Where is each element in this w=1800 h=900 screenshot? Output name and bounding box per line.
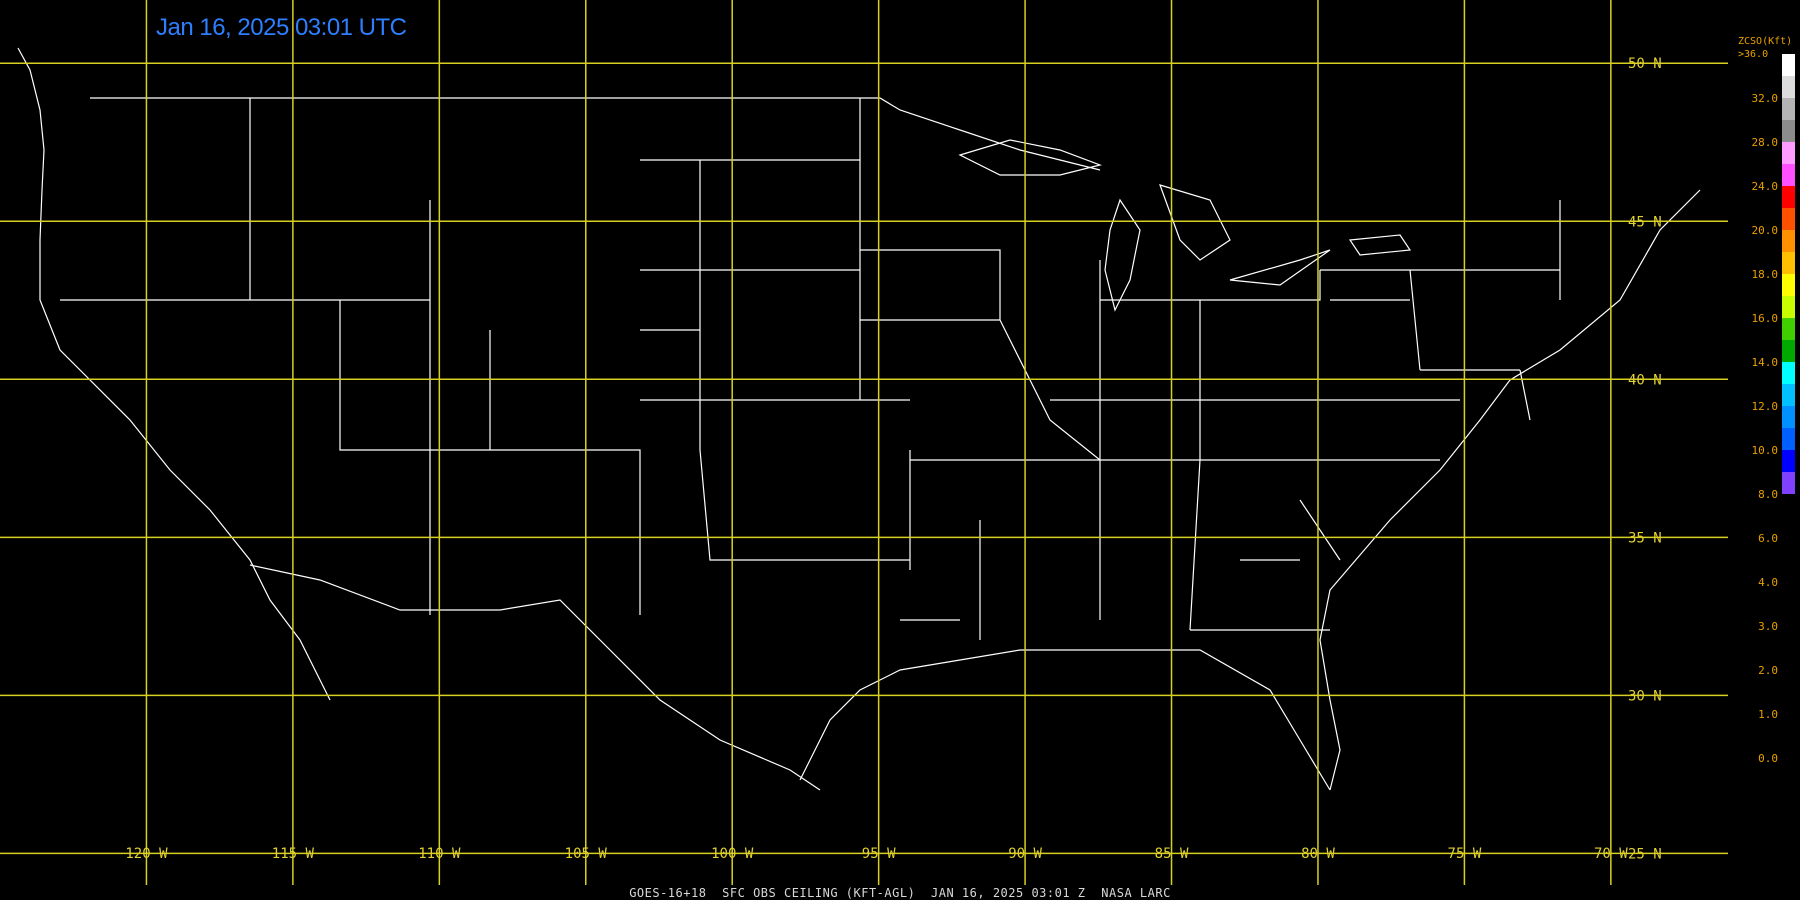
color-legend: ZCSO(Kft) >36.0 32.0 28.0 24.0 20.0 18.0 16.0… (1736, 36, 1800, 766)
lake-erie (1229, 249, 1331, 286)
legend-tick-label: 3.0 (1758, 620, 1778, 633)
legend-swatch (1782, 230, 1795, 252)
legend-swatch (1782, 54, 1795, 76)
legend-swatch (1782, 406, 1795, 428)
legend-swatch (1782, 274, 1795, 296)
legend-tick-label: 6.0 (1758, 532, 1778, 545)
legend-tick-label: 14.0 (1751, 356, 1779, 369)
lon-label: 85 W (1155, 846, 1189, 862)
lon-label: 100 W (711, 846, 754, 862)
lon-label: 70 W (1594, 846, 1628, 862)
footer-caption: GOES-16+18 SFC OBS CEILING (KFT-AGL) JAN… (0, 886, 1800, 900)
legend-swatch (1782, 120, 1795, 142)
grid-labels: 50 N 45 N 40 N 35 N 30 N 25 N 120 W 115 W 110 W 1… (125, 56, 1661, 862)
lat-label: 25 N (1628, 846, 1662, 862)
legend-swatch (1782, 384, 1795, 406)
legend-swatch (1782, 318, 1795, 340)
legend-tick-label: 2.0 (1758, 664, 1778, 677)
legend-swatch (1782, 428, 1795, 450)
footer-source: NASA LARC (1101, 886, 1171, 900)
legend-tick-label: 10.0 (1751, 444, 1779, 457)
lon-label: 105 W (565, 846, 608, 862)
pacific-coast (17, 47, 331, 701)
lon-label: 80 W (1301, 846, 1335, 862)
legend-swatch (1782, 362, 1795, 384)
lon-label: 110 W (418, 846, 461, 862)
legend-tick-label: 0.0 (1758, 752, 1778, 765)
legend-tick-label: 8.0 (1758, 488, 1778, 501)
state-lines (60, 98, 1561, 640)
legend-tick-label: 24.0 (1751, 180, 1779, 193)
lon-label: 115 W (272, 846, 315, 862)
legend-swatch (1782, 76, 1795, 98)
lake-huron (1159, 184, 1231, 261)
legend-color-bar (1782, 54, 1795, 494)
legend-title: ZCSO(Kft) (1738, 36, 1793, 47)
legend-swatch (1782, 340, 1795, 362)
legend-swatch (1782, 208, 1795, 230)
lake-ontario (1348, 234, 1412, 256)
footer-time: JAN 16, 2025 03:01 Z (931, 886, 1086, 900)
legend-swatch (1782, 252, 1795, 274)
legend-tick-label: 12.0 (1751, 400, 1779, 413)
lake-michigan (1104, 198, 1141, 312)
lon-label: 75 W (1448, 846, 1482, 862)
legend-swatch (1782, 450, 1795, 472)
lon-label: 90 W (1008, 846, 1042, 862)
footer-product: GOES-16+18 (629, 886, 707, 900)
mexico-border (249, 564, 821, 791)
lat-label: 35 N (1628, 530, 1662, 546)
legend-swatch (1782, 98, 1795, 120)
lake-superior (958, 139, 1103, 176)
legend-swatch (1782, 164, 1795, 186)
legend-tick-label: 32.0 (1751, 92, 1779, 105)
legend-swatch (1782, 472, 1795, 494)
lat-lon-grid (0, 0, 1728, 885)
ceiling-map: 50 N 45 N 40 N 35 N 30 N 25 N 120 W 115 W 110 W 1… (0, 0, 1728, 885)
lat-label: 40 N (1628, 372, 1662, 388)
legend-tick-label: 4.0 (1758, 576, 1778, 589)
gulf-coast (799, 649, 1331, 791)
footer-field: SFC OBS CEILING (KFT-AGL) (722, 886, 916, 900)
legend-swatch (1782, 186, 1795, 208)
legend-tick-label: 20.0 (1751, 224, 1779, 237)
legend-tick-label: 16.0 (1751, 312, 1779, 325)
lat-label: 30 N (1628, 688, 1662, 704)
legend-max-label: >36.0 (1738, 49, 1769, 60)
timestamp: Jan 16, 2025 03:01 UTC (156, 14, 407, 41)
state-boundaries (17, 47, 1701, 791)
lon-label: 120 W (125, 846, 168, 862)
lon-label: 95 W (862, 846, 896, 862)
legend-tick-label: 1.0 (1758, 708, 1778, 721)
legend-tick-label: 28.0 (1751, 136, 1779, 149)
legend-swatch (1782, 142, 1795, 164)
canada-border (90, 97, 1101, 171)
legend-swatch (1782, 296, 1795, 318)
lat-label: 50 N (1628, 56, 1662, 72)
legend-tick-label: 18.0 (1751, 268, 1779, 281)
lat-label: 45 N (1628, 214, 1662, 230)
